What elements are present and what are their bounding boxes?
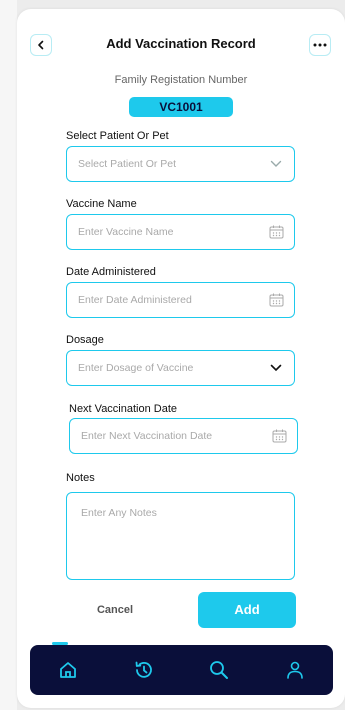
add-button[interactable]: Add [198, 592, 296, 628]
notes-label: Notes [66, 472, 95, 484]
history-icon [135, 661, 152, 678]
date-administered-placeholder: Enter Date Administered [78, 294, 192, 306]
page-title: Add Vaccination Record [106, 36, 256, 51]
dosage-placeholder: Enter Dosage of Vaccine [78, 362, 194, 374]
nav-home[interactable] [54, 656, 82, 684]
profile-icon [287, 661, 303, 679]
home-icon [59, 662, 76, 678]
next-vaccination-label: Next Vaccination Date [69, 403, 178, 415]
vaccine-name-label: Vaccine Name [66, 198, 137, 210]
back-button[interactable] [30, 34, 52, 56]
more-options-button[interactable] [309, 34, 331, 56]
search-icon [210, 661, 229, 679]
date-administered-label: Date Administered [66, 266, 156, 278]
vaccine-name-placeholder: Enter Vaccine Name [78, 226, 174, 238]
bottom-navigation [30, 645, 333, 695]
notes-placeholder: Enter Any Notes [81, 507, 157, 519]
chevron-down-icon [268, 360, 284, 376]
notes-textarea[interactable]: Enter Any Notes [66, 492, 295, 580]
calendar-icon[interactable] [268, 224, 284, 240]
registration-number-badge: VC1001 [129, 97, 233, 117]
more-horizontal-icon [313, 43, 327, 47]
calendar-icon[interactable] [268, 292, 284, 308]
nav-search[interactable] [205, 656, 233, 684]
patient-label: Select Patient Or Pet [66, 130, 169, 142]
dosage-label: Dosage [66, 334, 104, 346]
next-vaccination-field[interactable]: Enter Next Vaccination Date [69, 418, 298, 454]
patient-placeholder: Select Patient Or Pet [78, 158, 177, 170]
nav-profile[interactable] [281, 656, 309, 684]
nav-history[interactable] [130, 656, 158, 684]
next-vaccination-placeholder: Enter Next Vaccination Date [81, 430, 213, 442]
chevron-left-icon [38, 40, 44, 50]
vaccine-name-field[interactable]: Enter Vaccine Name [66, 214, 295, 250]
background-edge [0, 0, 17, 710]
chevron-down-icon [268, 156, 284, 172]
patient-select[interactable]: Select Patient Or Pet [66, 146, 295, 182]
dosage-select[interactable]: Enter Dosage of Vaccine [66, 350, 295, 386]
calendar-icon[interactable] [271, 428, 287, 444]
cancel-button[interactable]: Cancel [80, 600, 150, 620]
registration-label: Family Registation Number [114, 74, 248, 86]
date-administered-field[interactable]: Enter Date Administered [66, 282, 295, 318]
